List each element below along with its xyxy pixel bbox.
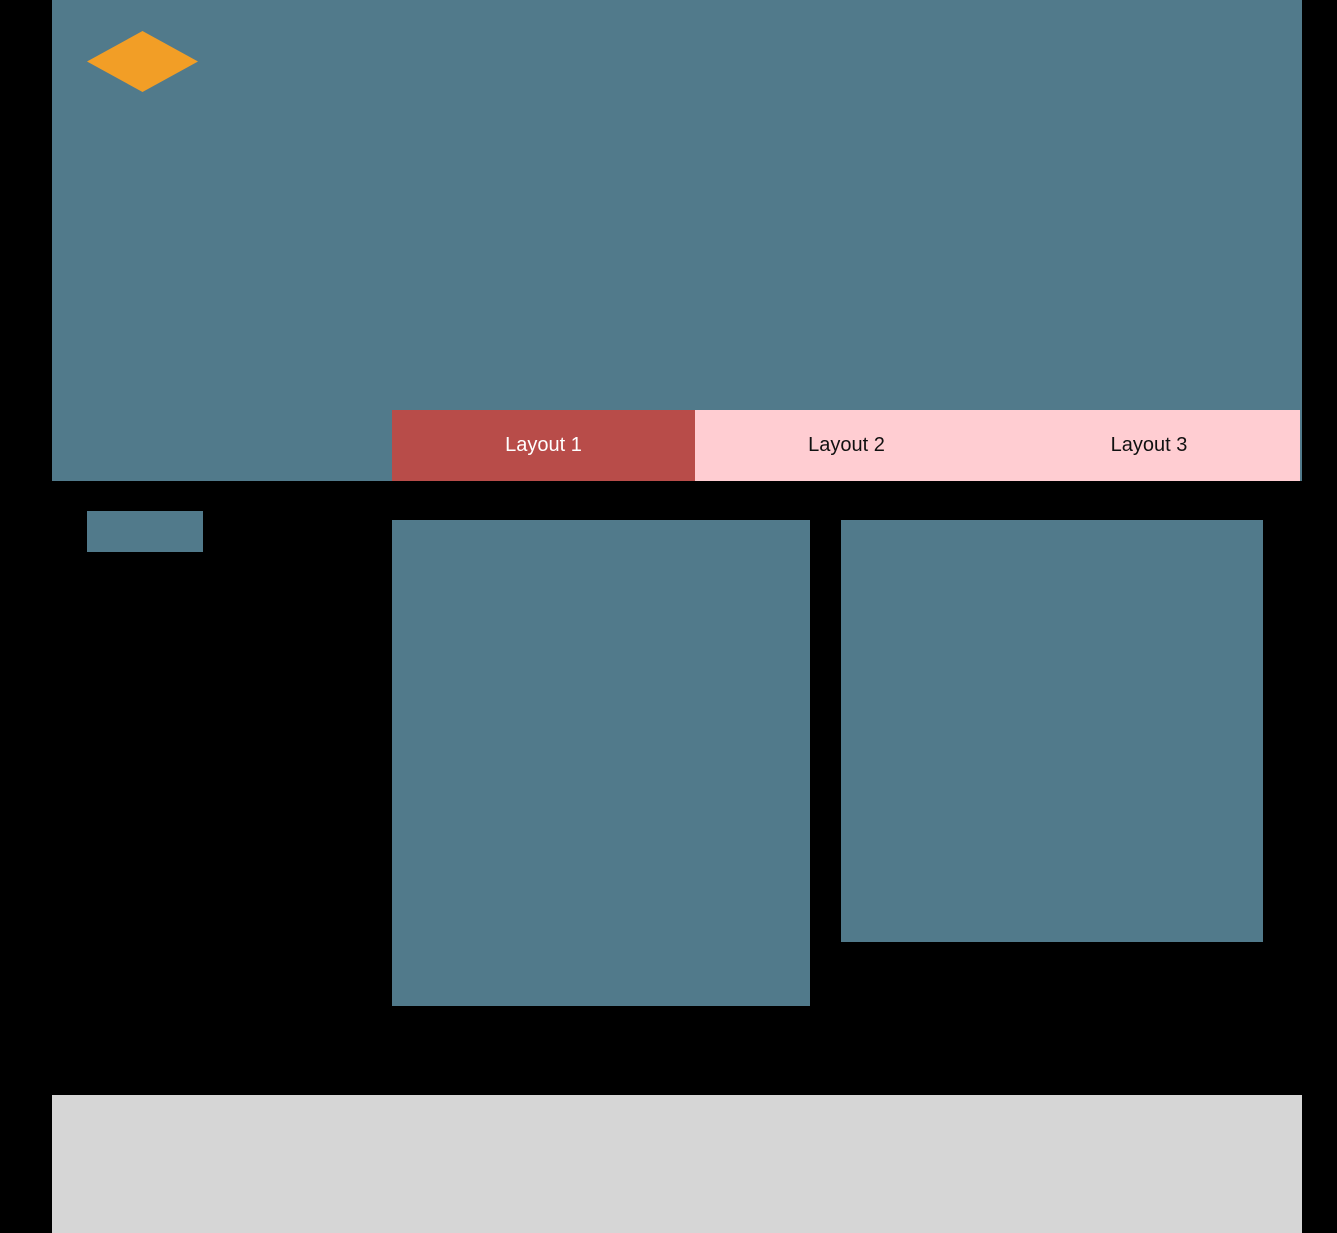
tab-layout-3[interactable]: Layout 3 (998, 410, 1300, 481)
content-panel-right (841, 520, 1263, 942)
content-panel-left (392, 520, 810, 1006)
sidebar-block (87, 511, 203, 552)
tab-layout-1[interactable]: Layout 1 (392, 410, 695, 481)
page: Layout 1 Layout 2 Layout 3 (0, 0, 1337, 1233)
layout-tabs: Layout 1 Layout 2 Layout 3 (392, 410, 1300, 481)
tab-layout-2[interactable]: Layout 2 (695, 410, 998, 481)
footer (52, 1095, 1302, 1233)
header: Layout 1 Layout 2 Layout 3 (52, 0, 1302, 481)
diamond-logo-icon[interactable] (87, 31, 198, 92)
